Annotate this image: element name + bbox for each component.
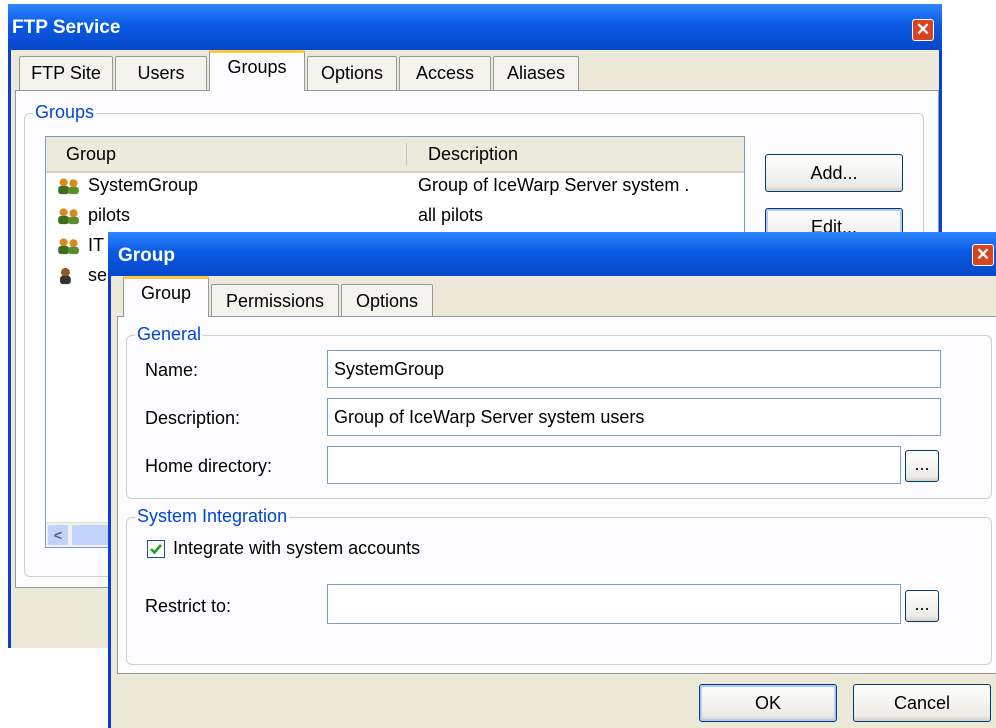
user-icon <box>60 267 71 285</box>
tab-label: Options <box>320 63 384 83</box>
name-field[interactable]: SystemGroup <box>327 350 941 388</box>
ftp-titlebar[interactable]: FTP Service ✕ <box>8 4 942 50</box>
description-cell: all pilots <box>418 205 484 225</box>
group-dialog-title: Group <box>118 245 175 266</box>
browse-label: ... <box>914 594 930 614</box>
group-cell: se <box>88 265 108 285</box>
chevron-left-icon: < <box>53 527 63 543</box>
group-cell: pilots <box>88 205 131 225</box>
users-icon <box>58 208 79 225</box>
list-header: Group Description <box>46 137 744 173</box>
tab-ftp-site[interactable]: FTP Site <box>19 56 113 90</box>
column-divider <box>406 143 407 165</box>
tab-label: Users <box>137 63 185 83</box>
tab-permissions[interactable]: Permissions <box>211 284 339 317</box>
integrate-checkbox[interactable] <box>147 540 165 558</box>
tab-label: Groups <box>227 57 287 77</box>
tab-label: Aliases <box>506 63 566 83</box>
description-cell: Group of IceWarp Server system . <box>418 175 690 195</box>
tab-label: Access <box>415 63 475 83</box>
restrict-to-browse-button[interactable]: ... <box>905 590 939 622</box>
ok-button[interactable]: OK <box>699 684 837 722</box>
integrate-checkbox-label[interactable]: Integrate with system accounts <box>173 538 420 559</box>
browse-label: ... <box>914 454 930 474</box>
users-icon <box>58 238 79 255</box>
system-integration-groupbox: System Integration Integrate with system… <box>126 506 992 665</box>
tab-label: Permissions <box>225 291 325 311</box>
home-directory-field[interactable] <box>327 446 901 484</box>
table-row[interactable]: SystemGroup Group of IceWarp Server syste… <box>46 171 744 201</box>
tab-groups[interactable]: Groups <box>209 50 305 91</box>
group-cell: SystemGroup <box>88 175 199 195</box>
scroll-left-button[interactable]: < <box>48 525 68 545</box>
close-icon: ✕ <box>915 20 931 39</box>
restrict-to-label: Restrict to: <box>145 596 232 616</box>
table-row[interactable]: pilots all pilots <box>46 201 744 231</box>
home-directory-browse-button[interactable]: ... <box>905 450 939 482</box>
tab-label: Options <box>355 291 419 311</box>
tab-users[interactable]: Users <box>115 56 207 90</box>
column-header-group[interactable]: Group <box>66 144 116 165</box>
ftp-close-button[interactable]: ✕ <box>912 19 934 41</box>
users-icon <box>58 178 79 195</box>
tab-group[interactable]: Group <box>123 276 209 317</box>
tab-options[interactable]: Options <box>307 56 397 90</box>
cancel-button-label: Cancel <box>893 693 951 713</box>
group-dialog: Group ✕ Group Permissions Options Genera… <box>108 232 996 728</box>
add-button[interactable]: Add... <box>765 154 903 192</box>
add-button-label: Add... <box>810 163 858 183</box>
tab-label: FTP Site <box>31 63 101 83</box>
groups-groupbox-label: Groups <box>33 102 97 123</box>
description-field[interactable]: Group of IceWarp Server system users <box>327 398 941 436</box>
group-close-button[interactable]: ✕ <box>972 244 994 266</box>
home-directory-label: Home directory: <box>145 456 273 476</box>
restrict-to-field[interactable] <box>327 584 901 624</box>
tab-label: Group <box>140 283 192 303</box>
group-tab-panel: General Name: SystemGroup Description: G… <box>117 316 996 674</box>
system-integration-groupbox-label: System Integration <box>135 506 290 527</box>
group-cell: IT <box>88 235 104 255</box>
name-label: Name: <box>145 360 199 380</box>
description-label: Description: <box>145 408 241 428</box>
ok-button-label: OK <box>754 693 781 713</box>
general-groupbox: General Name: SystemGroup Description: G… <box>126 324 992 499</box>
checkmark-icon <box>150 544 162 555</box>
ftp-window-title: FTP Service <box>12 17 121 38</box>
general-groupbox-label: General <box>135 324 204 345</box>
tab-access[interactable]: Access <box>399 56 491 90</box>
close-icon: ✕ <box>975 245 991 264</box>
group-titlebar[interactable]: Group ✕ <box>108 232 996 276</box>
tab-group-options[interactable]: Options <box>341 284 433 317</box>
column-header-description[interactable]: Description <box>428 144 518 165</box>
cancel-button[interactable]: Cancel <box>853 684 991 722</box>
tab-aliases[interactable]: Aliases <box>493 56 579 90</box>
